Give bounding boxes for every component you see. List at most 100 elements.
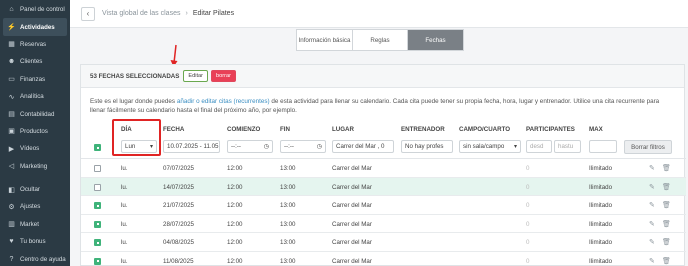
cell-end: 13:00 xyxy=(280,183,296,191)
tab-fechas[interactable]: Fechas xyxy=(408,30,463,50)
sidebar-item[interactable]: ▥ Market xyxy=(3,216,67,233)
back-button[interactable]: ‹ xyxy=(81,6,95,21)
sidebar-item-label: Finanzas xyxy=(20,75,46,83)
row-checkbox[interactable] xyxy=(94,257,101,265)
sidebar-item[interactable]: ⌂ Panel de control xyxy=(3,1,67,18)
place-filter-select[interactable]: Carrer del Mar , 0 xyxy=(332,140,394,153)
tab-informacion-basica[interactable]: Información básica xyxy=(297,30,353,50)
sidebar-item[interactable]: ∿ Analítica xyxy=(3,88,67,105)
trash-icon[interactable]: 🗑 xyxy=(662,238,671,246)
breadcrumb-current: Editar Pilates xyxy=(192,10,235,17)
selected-count: 53 FECHAS SELECCIONADAS xyxy=(90,72,180,80)
sidebar-item[interactable]: ▭ Finanzas xyxy=(3,71,67,88)
ledger-icon: ▤ xyxy=(8,111,15,119)
participants-to-input[interactable]: hastu xyxy=(554,140,581,153)
caret-down-icon: ▾ xyxy=(513,144,517,150)
cell-participants: 0 xyxy=(526,165,530,172)
edit-button[interactable]: Editar xyxy=(183,70,209,82)
tab-reglas[interactable]: Reglas xyxy=(353,30,408,50)
table-row[interactable]: lu. 21/07/2025 12:00 13:00 Carrer del Mar 0 Il… xyxy=(81,196,686,215)
date-range-filter[interactable]: 10.07.2025 - 11.05 xyxy=(163,140,220,153)
sidebar-item-label: Marketing xyxy=(20,162,48,170)
sidebar-item[interactable]: ▣ Productos xyxy=(3,123,67,140)
cell-participants: 0 xyxy=(526,183,530,191)
clear-filters-button[interactable]: Borrar filtros xyxy=(624,140,672,154)
cell-start: 12:00 xyxy=(227,165,243,172)
cell-place: Carrer del Mar xyxy=(332,220,372,228)
sidebar-item-label: Contabilidad xyxy=(20,110,55,118)
table-row[interactable]: lu. 14/07/2025 12:00 13:00 Carrer del Mar 0 Il… xyxy=(81,177,686,197)
select-all-checkbox[interactable] xyxy=(94,144,101,151)
panel-header: 53 FECHAS SELECCIONADAS Editar borrar xyxy=(81,65,684,88)
row-checkbox[interactable] xyxy=(94,239,101,247)
sidebar-item[interactable]: ⚡ Actividades xyxy=(3,18,67,36)
help-icon: ? xyxy=(9,255,14,263)
sidebar-item[interactable]: ☻ Clientes xyxy=(3,53,67,70)
cell-end: 13:00 xyxy=(280,202,296,210)
row-checkbox[interactable] xyxy=(94,202,101,210)
breadcrumb-separator: › xyxy=(185,10,188,17)
sidebar-item-label: Analítica xyxy=(20,93,44,101)
end-time-filter[interactable]: --:-- ◷ xyxy=(280,140,326,153)
add-edit-appointments-link[interactable]: añadir o editar citas (recurrentes) xyxy=(177,98,270,105)
field-filter-select[interactable]: sin sala/campo ▾ xyxy=(459,140,521,153)
trash-icon[interactable]: 🗑 xyxy=(662,201,671,209)
sidebar-item[interactable]: ? Centro de ayuda xyxy=(3,250,67,266)
clock-icon: ◷ xyxy=(263,144,269,150)
filter-row: Lun ▾ 10.07.2025 - 11.05 --:-- ◷ --:-- ◷ Ca… xyxy=(81,136,686,159)
pencil-icon[interactable]: ✎ xyxy=(649,238,655,246)
trash-icon[interactable]: 🗑 xyxy=(662,183,671,191)
cell-start: 12:00 xyxy=(227,239,243,247)
max-filter-input[interactable] xyxy=(589,140,617,153)
start-time-filter[interactable]: --:-- ◷ xyxy=(227,140,273,153)
video-icon: ▶ xyxy=(8,145,15,153)
trash-icon[interactable]: 🗑 xyxy=(662,164,671,172)
sidebar-item[interactable]: ▦ Reservas xyxy=(3,36,67,53)
header-start: COMIENZO xyxy=(227,126,261,133)
pencil-icon[interactable]: ✎ xyxy=(649,257,655,265)
trash-icon[interactable]: 🗑 xyxy=(662,220,671,228)
store-icon: ▥ xyxy=(8,221,15,229)
table-row[interactable]: lu. 11/08/2025 12:00 13:00 Carrer del Mar 0 Il… xyxy=(81,252,686,266)
table-row[interactable]: lu. 28/07/2025 12:00 13:00 Carrer del Mar 0 Il… xyxy=(81,215,686,234)
sidebar-item[interactable]: ▶ Vídeos xyxy=(3,140,67,157)
row-checkbox[interactable] xyxy=(94,220,101,228)
chart-icon: ∿ xyxy=(8,93,15,101)
header-place: LUGAR xyxy=(332,126,354,133)
chevron-left-icon: ‹ xyxy=(86,9,90,18)
sidebar-item[interactable]: ♥ Tu bonus xyxy=(3,233,67,250)
cell-start: 12:00 xyxy=(227,183,243,191)
table-row[interactable]: lu. 07/07/2025 12:00 13:00 Carrer del Mar 0 Il… xyxy=(81,159,686,178)
row-checkbox[interactable] xyxy=(94,165,101,172)
pencil-icon[interactable]: ✎ xyxy=(649,164,655,172)
cell-date: 04/08/2025 xyxy=(163,239,194,247)
clock-icon: ◷ xyxy=(316,144,322,150)
cell-max: Ilimitado xyxy=(589,239,613,247)
cell-date: 28/07/2025 xyxy=(163,220,194,228)
breadcrumb-parent[interactable]: Vista global de las clases xyxy=(102,10,180,17)
sidebar-item[interactable]: ⚙ Ajustes xyxy=(3,198,67,215)
pencil-icon[interactable]: ✎ xyxy=(649,220,655,228)
description-text: Este es el lugar donde puedes añadir o e… xyxy=(90,97,665,115)
pencil-icon[interactable]: ✎ xyxy=(649,183,655,191)
dates-table: DÍA FECHA COMIENZO FIN LUGAR ENTRENADOR … xyxy=(81,122,686,266)
trainer-filter-select[interactable]: No hay profes xyxy=(401,140,453,153)
sidebar-item[interactable]: ▤ Contabilidad xyxy=(3,105,67,122)
sidebar-item-label: Ajustes xyxy=(20,203,41,211)
start-time-value: --:-- xyxy=(231,143,241,150)
sidebar-item[interactable]: ◧ Ocultar xyxy=(3,181,67,198)
table-body: lu. 07/07/2025 12:00 13:00 Carrer del Mar 0 Il… xyxy=(81,159,686,266)
participants-from-input[interactable]: desd xyxy=(526,140,552,153)
header-end: FIN xyxy=(280,126,290,133)
row-checkbox[interactable] xyxy=(94,183,101,191)
cell-day: lu. xyxy=(121,183,128,191)
table-row[interactable]: lu. 04/08/2025 12:00 13:00 Carrer del Mar 0 Il… xyxy=(81,233,686,252)
cell-end: 13:00 xyxy=(280,239,296,247)
cell-participants: 0 xyxy=(526,257,530,265)
trash-icon[interactable]: 🗑 xyxy=(662,257,671,265)
sidebar-item[interactable]: ◁ Marketing xyxy=(3,158,67,175)
field-filter-value: sin sala/campo xyxy=(463,143,505,150)
delete-button[interactable]: borrar xyxy=(211,70,236,82)
pencil-icon[interactable]: ✎ xyxy=(649,201,655,209)
hide-icon: ◧ xyxy=(8,186,15,194)
